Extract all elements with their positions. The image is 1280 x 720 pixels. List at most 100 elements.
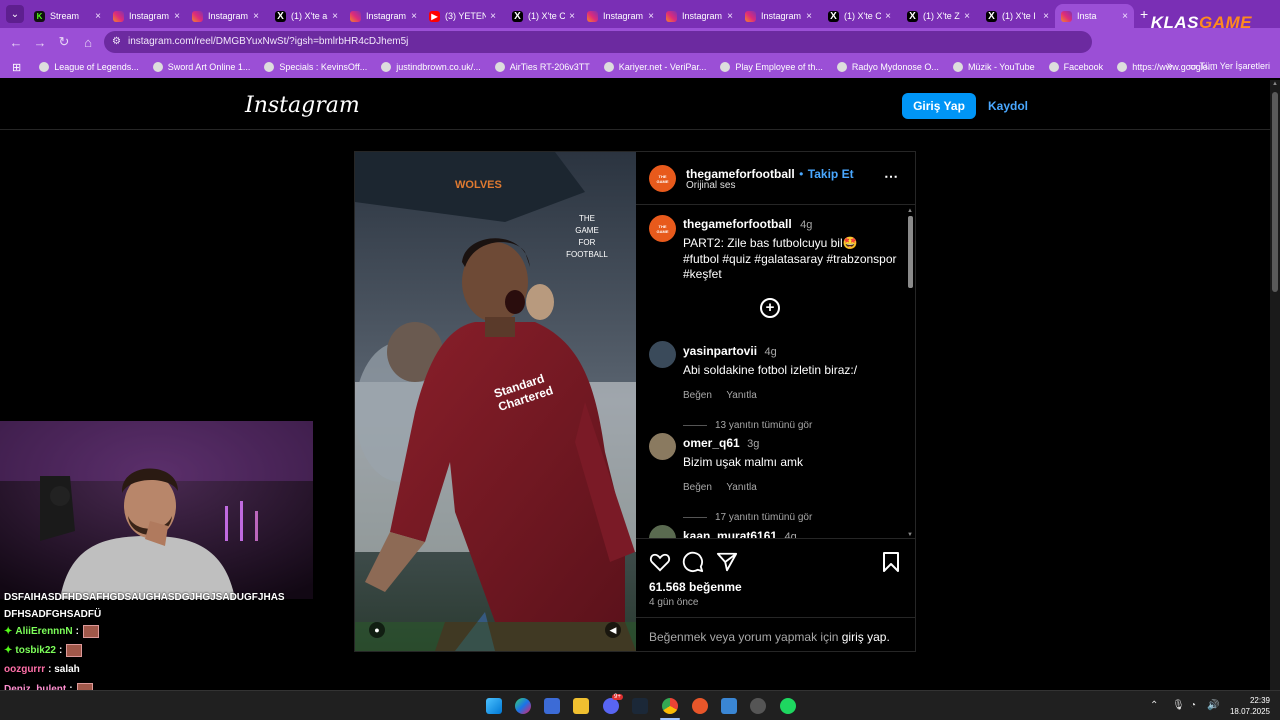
file-explorer-icon[interactable] — [573, 698, 589, 714]
browser-tab[interactable]: K Stream × — [28, 4, 107, 28]
comment-username[interactable]: kaan_murat6161 — [683, 529, 777, 538]
back-arrow-icon[interactable]: ← — [4, 35, 28, 50]
bookmark-item[interactable]: AirTies RT-206v3TT — [494, 62, 590, 72]
browser-tab[interactable]: Instagram × — [581, 4, 660, 28]
author-username[interactable]: thegameforfootball — [686, 167, 795, 181]
browser-tab[interactable]: X (1) X'te C × — [818, 4, 897, 28]
comment-like-link[interactable]: Beğen — [683, 482, 712, 493]
close-tab-icon[interactable]: × — [964, 11, 970, 22]
bookmark-item[interactable]: Müzik - YouTube — [952, 62, 1035, 72]
audio-label[interactable]: Orijinal ses — [686, 180, 735, 191]
close-tab-icon[interactable]: × — [727, 11, 733, 22]
commenter-avatar[interactable] — [649, 341, 676, 368]
login-button[interactable]: Giriş Yap — [902, 93, 976, 119]
reload-icon[interactable]: ↻ — [52, 34, 76, 50]
close-tab-icon[interactable]: × — [1122, 11, 1128, 22]
hashtag[interactable]: #keşfet — [683, 267, 722, 281]
steam-icon[interactable] — [632, 698, 648, 714]
home-icon[interactable]: ⌂ — [76, 35, 100, 50]
tagged-user-icon[interactable]: ● — [369, 622, 385, 638]
url-field[interactable]: ⚙ instagram.com/reel/DMGBYuxNwSt/?igsh=b… — [104, 31, 1092, 53]
more-options-icon[interactable]: ⋯ — [884, 168, 898, 185]
comment-like-link[interactable]: Beğen — [683, 390, 712, 401]
obs-icon[interactable] — [750, 698, 766, 714]
chat-username[interactable]: AliiErennnN — [15, 626, 72, 637]
comments-scrollbar[interactable]: ▲ ▼ — [907, 208, 913, 538]
start-windows-icon[interactable] — [486, 698, 502, 714]
page-scrollbar[interactable]: ▲ — [1270, 80, 1280, 690]
load-more-comments-plus-icon[interactable]: + — [760, 298, 780, 318]
bookmark-item[interactable]: Radyo Mydonose O... — [836, 62, 939, 72]
hashtag[interactable]: #galatasaray — [754, 252, 823, 266]
game-launcher-icon[interactable] — [692, 698, 708, 714]
bookmark-item[interactable]: Specials : KevinsOff... — [264, 62, 367, 72]
instagram-logo[interactable]: Instagram — [245, 93, 360, 118]
chat-username[interactable]: oozgurrr — [4, 664, 45, 675]
site-settings-icon[interactable]: ⚙ — [112, 31, 121, 53]
all-bookmarks-folder[interactable]: ▭ Tüm Yer İşaretleri — [1189, 61, 1270, 72]
caption-avatar[interactable]: THE GAME — [649, 215, 676, 242]
bookmark-item[interactable]: justindbrown.co.uk/... — [381, 62, 481, 72]
network-icon[interactable]: ◔ — [1190, 700, 1196, 711]
browser-tab[interactable]: X (1) X'te I × — [976, 4, 1055, 28]
browser-tab[interactable]: Instagram × — [739, 4, 818, 28]
comment-username[interactable]: omer_q61 — [683, 436, 740, 450]
browser-tab[interactable]: X (1) X'te a × — [265, 4, 344, 28]
bookmark-item[interactable]: Kariyer.net - VeriPar... — [603, 62, 706, 72]
bookmark-item[interactable]: Play Employee of th... — [720, 62, 823, 72]
comment-reply-link[interactable]: Yanıtla — [726, 390, 756, 401]
hashtag[interactable]: #trabzonspor — [826, 252, 896, 266]
commenter-avatar[interactable] — [649, 525, 676, 538]
browser-tab[interactable]: X (1) X'te C × — [502, 4, 581, 28]
hashtag[interactable]: #futbol — [683, 252, 719, 266]
browser-tab[interactable]: ▶ (3) YETEN × — [423, 4, 502, 28]
speaker-icon[interactable]: 🔊 — [1207, 700, 1219, 711]
close-tab-icon[interactable]: × — [95, 11, 101, 22]
browser-tab[interactable]: Instagram × — [186, 4, 265, 28]
volume-icon[interactable]: ◀ — [605, 622, 621, 638]
share-send-icon[interactable] — [716, 551, 738, 573]
close-tab-icon[interactable]: × — [490, 11, 496, 22]
more-bookmarks-chevron-icon[interactable]: » — [1166, 60, 1172, 71]
close-tab-icon[interactable]: × — [648, 11, 654, 22]
signup-link[interactable]: Kaydol — [988, 99, 1028, 113]
new-tab-plus-icon[interactable]: + — [1140, 6, 1148, 22]
copilot-icon[interactable] — [515, 698, 531, 714]
close-tab-icon[interactable]: × — [885, 11, 891, 22]
tray-chevron-up-icon[interactable]: ⌃ — [1150, 700, 1158, 711]
reel-video[interactable]: WOLVES THE GAME FOR FOOTBALL Standard Ch… — [355, 152, 636, 651]
comment-reply-link[interactable]: Yanıtla — [726, 482, 756, 493]
browser-tab[interactable]: Instagram × — [344, 4, 423, 28]
comments-list[interactable]: THE GAME thegameforfootball 4g PART2: Zil… — [636, 205, 915, 538]
like-heart-icon[interactable] — [649, 552, 671, 572]
view-replies[interactable]: 17 yanıtın tümünü gör — [683, 512, 898, 523]
page-scroll-up-icon[interactable]: ▲ — [1272, 81, 1278, 87]
scroll-up-arrow-icon[interactable]: ▲ — [907, 208, 913, 214]
chat-username[interactable]: tosbik22 — [15, 645, 56, 656]
tab-search-chevron-down-icon[interactable]: ⌄ — [6, 5, 24, 23]
view-replies[interactable]: 13 yanıtın tümünü gör — [683, 420, 898, 431]
follow-button[interactable]: Takip Et — [808, 167, 854, 181]
browser-tab[interactable]: Insta × — [1055, 4, 1134, 28]
close-tab-icon[interactable]: × — [174, 11, 180, 22]
close-tab-icon[interactable]: × — [806, 11, 812, 22]
browser-tab[interactable]: Instagram × — [107, 4, 186, 28]
like-count[interactable]: 61.568 beğenme — [649, 580, 742, 594]
close-tab-icon[interactable]: × — [332, 11, 338, 22]
store-icon[interactable] — [544, 698, 560, 714]
discord-icon[interactable] — [603, 698, 619, 714]
login-prompt-link[interactable]: giriş yap — [842, 630, 887, 644]
forward-arrow-icon[interactable]: → — [28, 35, 52, 50]
microphone-icon[interactable]: 🎙 — [1172, 700, 1185, 711]
save-bookmark-icon[interactable] — [882, 551, 900, 573]
bookmark-item[interactable]: Sword Art Online 1... — [152, 62, 250, 72]
close-tab-icon[interactable]: × — [1043, 11, 1049, 22]
author-avatar[interactable]: THE GAME — [649, 165, 676, 192]
close-tab-icon[interactable]: × — [569, 11, 575, 22]
comment-bubble-icon[interactable] — [682, 551, 704, 573]
browser-tab[interactable]: Instagram × — [660, 4, 739, 28]
close-tab-icon[interactable]: × — [253, 11, 259, 22]
comments-scrollbar-thumb[interactable] — [908, 216, 913, 288]
commenter-avatar[interactable] — [649, 433, 676, 460]
system-clock[interactable]: 22:39 18.07.2025 — [1230, 695, 1270, 717]
